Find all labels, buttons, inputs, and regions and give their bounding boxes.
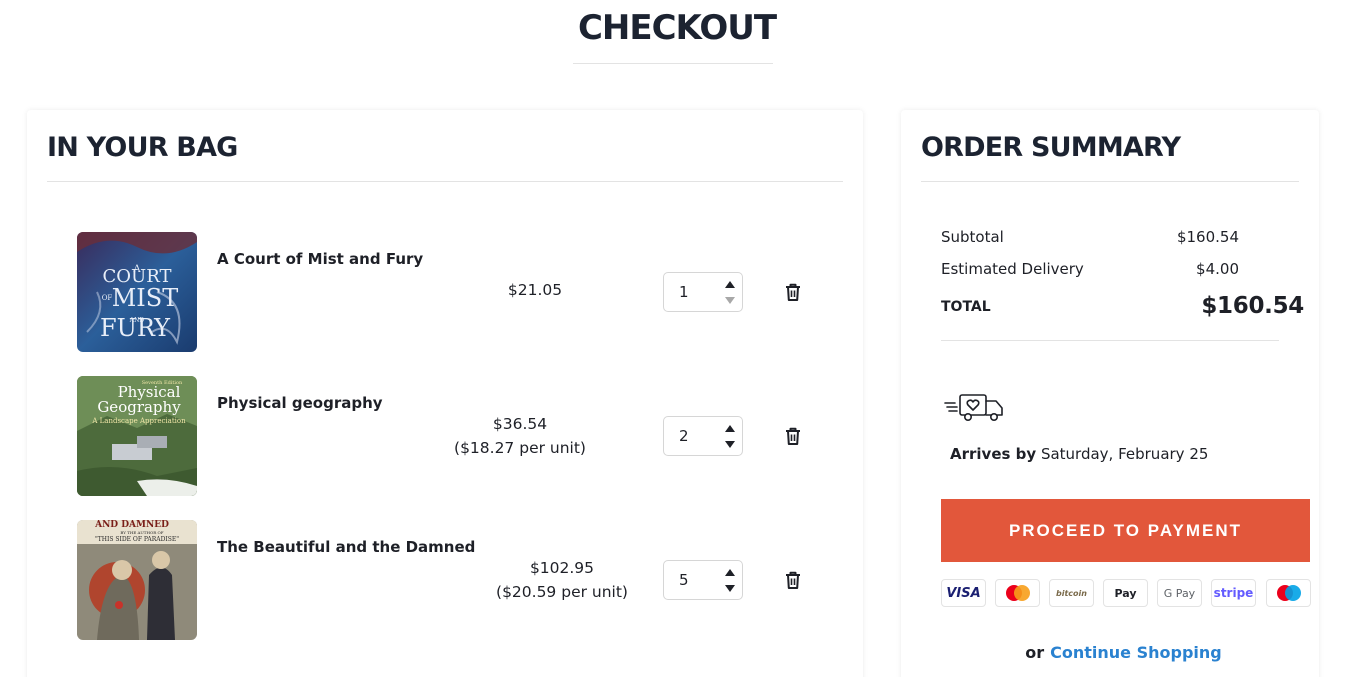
cart-item: AND DAMNED BY THE AUTHOR OF "THIS SIDE O… [27, 520, 863, 640]
item-title[interactable]: Physical geography [217, 394, 383, 412]
quantity-value: 5 [679, 571, 689, 589]
svg-text:BY THE AUTHOR OF: BY THE AUTHOR OF [120, 530, 163, 535]
payment-methods: VISA bitcoin Pay G Pay stripe [941, 579, 1311, 607]
svg-text:AND DAMNED: AND DAMNED [94, 520, 169, 530]
book-cover-image[interactable]: A COURT OF MIST AND FURY [77, 232, 197, 352]
quantity-stepper[interactable]: 5 [663, 560, 743, 600]
item-price: $36.54 ($18.27 per unit) [454, 415, 586, 457]
increase-quantity-button[interactable] [722, 421, 738, 435]
mastercard-icon [995, 579, 1040, 607]
cart-item: Seventh Edition Physical Geography A Lan… [27, 376, 863, 496]
page-title: CHECKOUT [577, 8, 777, 48]
quantity-stepper[interactable]: 1 [663, 272, 743, 312]
quantity-value: 1 [679, 283, 689, 301]
cart-item: A COURT OF MIST AND FURY A Court of Mist… [27, 232, 863, 352]
item-title[interactable]: The Beautiful and the Damned [217, 538, 475, 556]
delivery-value: $4.00 [1196, 260, 1239, 278]
total-label: TOTAL [941, 299, 991, 315]
item-price: $21.05 [507, 281, 563, 299]
trash-icon[interactable] [783, 570, 803, 590]
subtotal-value: $160.54 [1176, 228, 1239, 246]
continue-shopping: or Continue Shopping [901, 643, 1346, 662]
svg-text:"THIS SIDE OF PARADISE": "THIS SIDE OF PARADISE" [95, 536, 179, 543]
delivery-row: Estimated Delivery $4.00 [941, 260, 1279, 278]
summary-divider [921, 181, 1299, 182]
proceed-to-payment-button[interactable]: PROCEED TO PAYMENT [941, 499, 1310, 562]
delivery-truck-icon [944, 392, 1008, 424]
increase-quantity-button[interactable] [722, 277, 738, 291]
quantity-value: 2 [679, 427, 689, 445]
svg-text:Geography: Geography [97, 398, 181, 416]
svg-text:MIST: MIST [112, 284, 179, 312]
visa-icon: VISA [941, 579, 986, 607]
subtotal-row: Subtotal $160.54 [941, 228, 1279, 246]
maestro-icon [1266, 579, 1311, 607]
bag-divider [47, 181, 843, 182]
order-summary-panel: ORDER SUMMARY Subtotal $160.54 Estimated… [901, 110, 1319, 677]
quantity-stepper[interactable]: 2 [663, 416, 743, 456]
bag-heading: IN YOUR BAG [47, 132, 238, 163]
decrease-quantity-button[interactable] [722, 293, 738, 307]
increase-quantity-button[interactable] [722, 565, 738, 579]
total-divider [941, 340, 1279, 341]
subtotal-label: Subtotal [941, 228, 1004, 246]
delivery-label: Estimated Delivery [941, 260, 1084, 278]
decrease-quantity-button[interactable] [722, 437, 738, 451]
svg-text:A Landscape Appreciation: A Landscape Appreciation [91, 417, 186, 425]
google-pay-icon: G Pay [1157, 579, 1202, 607]
item-price: $102.95 ($20.59 per unit) [496, 559, 628, 601]
trash-icon[interactable] [783, 426, 803, 446]
item-title[interactable]: A Court of Mist and Fury [217, 250, 423, 268]
bitcoin-icon: bitcoin [1049, 579, 1094, 607]
stripe-icon: stripe [1211, 579, 1256, 607]
svg-text:FURY: FURY [100, 314, 171, 342]
title-divider [573, 63, 773, 64]
summary-heading: ORDER SUMMARY [921, 132, 1181, 163]
bag-panel: IN YOUR BAG A COURT OF MIST AND FURY A C… [27, 110, 863, 677]
continue-shopping-link[interactable]: Continue Shopping [1050, 643, 1222, 662]
book-cover-image[interactable]: Seventh Edition Physical Geography A Lan… [77, 376, 197, 496]
trash-icon[interactable] [783, 282, 803, 302]
arrival-estimate: Arrives by Saturday, February 25 [950, 445, 1209, 463]
book-cover-image[interactable]: AND DAMNED BY THE AUTHOR OF "THIS SIDE O… [77, 520, 197, 640]
total-value: $160.54 [1201, 293, 1304, 319]
decrease-quantity-button[interactable] [722, 581, 738, 595]
continue-or-label: or [1025, 643, 1045, 662]
total-row: TOTAL $160.54 [941, 293, 1304, 323]
apple-pay-icon: Pay [1103, 579, 1148, 607]
